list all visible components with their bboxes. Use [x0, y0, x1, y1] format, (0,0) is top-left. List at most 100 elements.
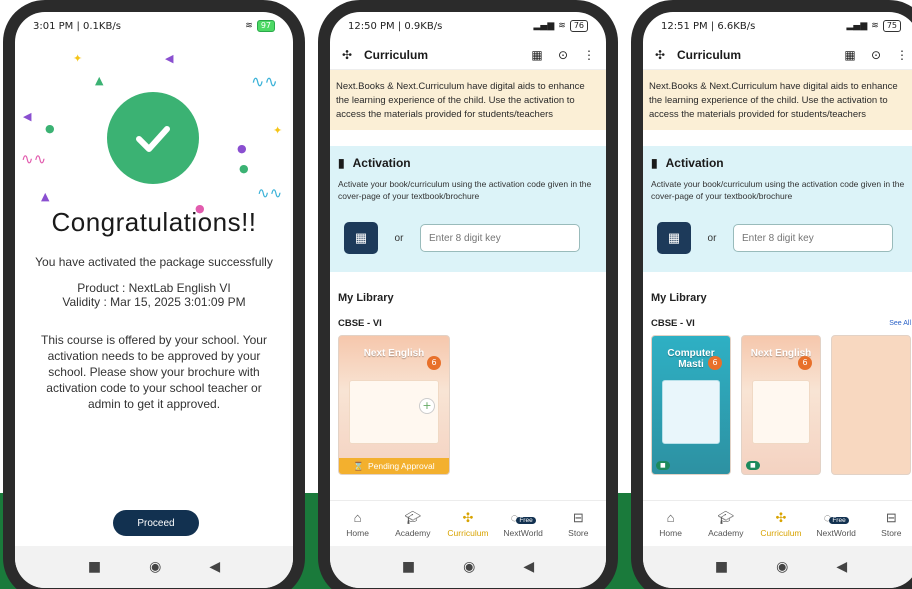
my-library-title: My Library — [651, 292, 707, 304]
book-computer-masti[interactable]: Computer Masti 6 + ■ — [651, 335, 731, 475]
tab-store[interactable]: ⊟ Store — [865, 510, 912, 538]
store-icon: ⊟ — [885, 509, 897, 525]
activation-key-input[interactable] — [420, 224, 580, 252]
book-cover-art — [752, 380, 810, 444]
info-banner: Next.Books & Next.Curriculum have digita… — [643, 70, 912, 130]
screen-curriculum-pending: 12:50 PM | 0.9KB/s ▂▄▆ ≋ 76 ✣ Curriculum… — [330, 12, 606, 588]
activation-key-input[interactable] — [733, 224, 893, 252]
congratulations-heading: Congratulations!! — [51, 207, 257, 237]
scan-qr-button[interactable]: ▦ — [657, 222, 691, 254]
status-icons: ▂▄▆ ≋ 75 — [847, 20, 901, 32]
system-nav-bar: ■ ◉ ◀ — [15, 546, 293, 588]
book-list: Next English 6 + ⌛ Pending Approval — [338, 335, 598, 475]
or-label: or — [707, 232, 717, 244]
confetti-squiggle-icon: ∿∿ — [251, 72, 278, 91]
status-icons: ≋ 97 — [245, 20, 275, 32]
confetti-squiggle-icon: ∿∿ — [257, 184, 283, 202]
curriculum-icon: ✣ — [462, 509, 474, 525]
tab-home[interactable]: ⌂ Home — [645, 510, 697, 538]
book-partial[interactable] — [831, 335, 911, 475]
phone-curriculum-pending: 12:50 PM | 0.9KB/s ▂▄▆ ≋ 76 ✣ Curriculum… — [318, 0, 618, 589]
book-lock-icon: ▮ — [651, 156, 658, 170]
store-icon: ⊟ — [572, 509, 584, 525]
hourglass-icon: ⌛ — [353, 460, 364, 471]
back-icon[interactable]: ◀ — [209, 559, 220, 575]
tab-label: Curriculum — [760, 527, 802, 538]
tab-label: Curriculum — [447, 527, 489, 538]
free-badge: Free — [829, 516, 849, 524]
status-time: 12:50 PM | 0.9KB/s — [348, 20, 443, 32]
home-nav-icon[interactable]: ◉ — [463, 559, 475, 575]
tab-home[interactable]: ⌂ Home — [332, 510, 384, 538]
more-menu-icon[interactable]: ⋮ — [893, 48, 911, 62]
tab-academy[interactable]: 🎓︎ Academy — [387, 510, 439, 538]
recents-icon[interactable]: ■ — [715, 559, 728, 575]
book-lock-icon: ▮ — [338, 156, 345, 170]
recents-icon[interactable]: ■ — [88, 559, 101, 575]
confetti-dot-icon: ● — [45, 122, 55, 135]
grade-badge: 6 — [708, 356, 722, 370]
activation-description: Activate your book/curriculum using the … — [651, 179, 905, 201]
tab-nextworld[interactable]: ◌Free NextWorld — [497, 510, 549, 538]
qr-code-icon[interactable]: ▦ — [528, 48, 546, 62]
curriculum-icon: ✣ — [775, 509, 787, 525]
book-cover-art — [662, 380, 720, 444]
activation-card: ▮ Activation Activate your book/curricul… — [330, 146, 606, 272]
activation-card: ▮ Activation Activate your book/curricul… — [643, 146, 912, 272]
tab-label: Store — [568, 527, 589, 538]
activation-input-row: ▦ or — [338, 222, 598, 254]
curriculum-logo-icon: ✣ — [341, 47, 353, 62]
tab-label: Home — [659, 527, 682, 538]
scan-icon[interactable]: ⊙ — [867, 48, 885, 62]
home-icon: ⌂ — [666, 509, 675, 525]
back-icon[interactable]: ◀ — [523, 559, 534, 575]
or-label: or — [394, 232, 404, 244]
screen-congratulations: 3:01 PM | 0.1KB/s ≋ 97 ✦ ◀ ▲ ∿∿ ◀ ✦ ● ∿∿… — [15, 12, 293, 588]
validity-line: Validity : Mar 15, 2025 3:01:09 PM — [62, 295, 246, 309]
home-nav-icon[interactable]: ◉ — [149, 559, 161, 575]
tab-academy[interactable]: 🎓︎ Academy — [700, 510, 752, 538]
recents-icon[interactable]: ■ — [402, 559, 415, 575]
tab-store[interactable]: ⊟ Store — [552, 510, 604, 538]
back-icon[interactable]: ◀ — [836, 559, 847, 575]
tab-curriculum[interactable]: ✣ Curriculum — [442, 510, 494, 538]
phone-congratulations: 3:01 PM | 0.1KB/s ≋ 97 ✦ ◀ ▲ ∿∿ ◀ ✦ ● ∿∿… — [3, 0, 305, 589]
confetti-dot-icon: ● — [239, 162, 249, 175]
qr-code-icon[interactable]: ▦ — [841, 48, 859, 62]
tab-label: NextWorld — [816, 527, 856, 538]
home-nav-icon[interactable]: ◉ — [776, 559, 788, 575]
app-title: Curriculum — [677, 47, 742, 62]
proceed-button[interactable]: Proceed — [113, 510, 199, 536]
confetti-triangle-icon: ▲ — [95, 74, 104, 87]
screen-curriculum-library: 12:51 PM | 6.6KB/s ▂▄▆ ≋ 75 ✣ Curriculum… — [643, 12, 912, 588]
wifi-icon: ≋ — [871, 21, 879, 31]
cbse-label: CBSE - VI — [651, 318, 695, 329]
success-message: You have activated the package successfu… — [35, 255, 273, 269]
qr-code-icon: ▦ — [667, 230, 681, 245]
my-library-title: My Library — [338, 292, 394, 304]
tab-curriculum[interactable]: ✣ Curriculum — [755, 510, 807, 538]
book-list: Computer Masti 6 + ■ Next English 6 + ■ — [651, 335, 911, 475]
see-all-link[interactable]: See All — [889, 320, 911, 327]
confetti-triangle-icon: ◀ — [23, 110, 32, 123]
scan-icon[interactable]: ⊙ — [554, 48, 572, 62]
approval-message: This course is offered by your school. Y… — [41, 333, 267, 411]
book-next-english[interactable]: Next English 6 + ■ — [741, 335, 821, 475]
tab-label: Home — [346, 527, 369, 538]
success-check-icon — [107, 92, 199, 184]
scan-qr-button[interactable]: ▦ — [344, 222, 378, 254]
wifi-icon: ≋ — [558, 21, 566, 31]
app-bar: ✣ Curriculum ▦ ⊙ ⋮ — [330, 40, 606, 70]
status-time: 12:51 PM | 6.6KB/s — [661, 20, 756, 32]
system-nav-bar: ■ ◉ ◀ — [643, 546, 912, 588]
confetti-triangle-icon: ▲ — [41, 190, 50, 203]
plus-icon: + — [419, 398, 435, 414]
graduation-cap-icon: 🎓︎ — [404, 509, 422, 525]
battery-icon: 75 — [882, 20, 901, 32]
activation-description: Activate your book/curriculum using the … — [338, 179, 592, 201]
book-next-english[interactable]: Next English 6 + ⌛ Pending Approval — [338, 335, 450, 475]
curriculum-logo-icon: ✣ — [654, 47, 666, 62]
tab-nextworld[interactable]: ◌Free NextWorld — [810, 510, 862, 538]
more-menu-icon[interactable]: ⋮ — [580, 48, 598, 62]
bottom-tab-bar: ⌂ Home 🎓︎ Academy ✣ Curriculum ◌Free NextWor… — [643, 500, 912, 546]
